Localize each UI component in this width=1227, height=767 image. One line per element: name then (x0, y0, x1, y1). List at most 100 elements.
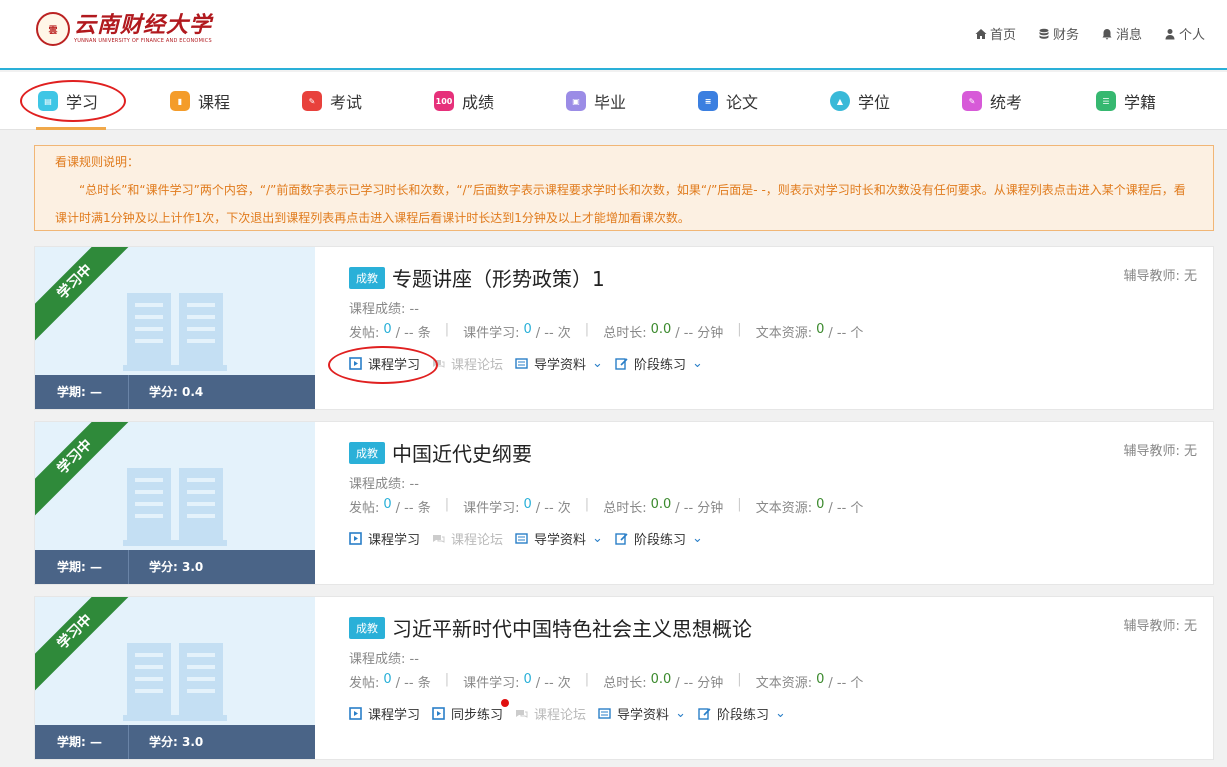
home-icon (975, 28, 987, 39)
tab-degree[interactable]: ▲ 学位 (830, 72, 890, 130)
notification-dot (501, 699, 510, 707)
course-card: 学习中 学期: — 学分: 3.0 成教 习近平新时代中国特色社会主义思想概论 … (34, 596, 1214, 760)
nav-home[interactable]: 首页 (975, 24, 1016, 43)
notice-title: 看课规则说明： (55, 155, 140, 169)
course-credit: 学分: 3.0 (149, 560, 204, 574)
bell-icon (1102, 28, 1112, 39)
chevron-down-icon: ⌄ (774, 706, 786, 721)
course-title[interactable]: 中国近代史纲要 (392, 438, 532, 467)
tab-enrollment[interactable]: ☰ 学籍 (1096, 72, 1156, 130)
study-guide-dropdown[interactable]: 导学资料 ⌄ (515, 529, 603, 548)
course-study-button[interactable]: 课程学习 (349, 354, 420, 373)
course-forum-button[interactable]: 课程论坛 (432, 529, 503, 548)
tab-grades[interactable]: 100 成绩 (434, 72, 494, 130)
main-tabs: ▤ 学习 ▮ 课程 ✎ 考试 100 成绩 ▣ 毕业 ≡ 论文 ▲ 学位 ✎ 统… (0, 72, 1227, 130)
comments-icon (433, 360, 445, 368)
course-thumbnail[interactable]: 学习中 学期: — 学分: 3.0 (35, 597, 315, 759)
chevron-down-icon: ⌄ (592, 531, 603, 546)
course-credit: 学分: 0.4 (149, 385, 204, 399)
university-logo[interactable]: 雲 云南财经大学 YUNNAN UNIVERSITY OF FINANCE AN… (36, 12, 212, 46)
score-100-icon: 100 (434, 91, 454, 111)
tab-courses[interactable]: ▮ 课程 (170, 72, 230, 130)
course-thumbnail[interactable]: 学习中 学期: — 学分: 3.0 (35, 422, 315, 584)
course-actions: 课程学习 课程论坛 导学资料 ⌄ 阶段练习 ⌄ (349, 529, 703, 548)
status-ribbon: 学习中 (35, 597, 134, 691)
course-actions: 课程学习 同步练习 课程论坛 导学资料 ⌄ 阶段练习 ⌄ (349, 699, 786, 723)
graduation-cap-icon: ▲ (830, 91, 850, 111)
edit-icon (615, 358, 628, 370)
open-book-icon (123, 293, 227, 371)
stage-exercise-dropdown[interactable]: 阶段练习 ⌄ (615, 529, 703, 548)
comments-icon (516, 710, 528, 718)
list-icon (515, 533, 528, 544)
chevron-down-icon: ⌄ (691, 531, 703, 546)
play-square-icon (349, 357, 362, 370)
course-forum-button[interactable]: 课程论坛 (515, 704, 586, 723)
logo-chinese-name: 云南财经大学 (74, 12, 213, 38)
course-card: 学习中 学期: — 学分: 0.4 成教 专题讲座（形势政策）1 辅导教师: 无… (34, 246, 1214, 410)
course-term: 学期: — (35, 550, 129, 584)
tab-study[interactable]: ▤ 学习 (35, 72, 107, 130)
notice-body: “总时长”和“课件学习”两个内容，“/”前面数字表示已学习时长和次数，“/”后面… (55, 183, 1186, 225)
play-square-icon (349, 532, 362, 545)
status-ribbon: 学习中 (35, 247, 134, 341)
study-guide-dropdown[interactable]: 导学资料 ⌄ (598, 704, 686, 723)
stage-exercise-dropdown[interactable]: 阶段练习 ⌄ (698, 704, 786, 723)
course-tutor: 辅导教师: 无 (1123, 444, 1197, 459)
tab-exams[interactable]: ✎ 考试 (302, 72, 362, 130)
stage-exercise-dropdown[interactable]: 阶段练习 ⌄ (615, 354, 703, 373)
exam-icon: ✎ (962, 91, 982, 111)
course-stats: 发帖: 0/ -- 条 | 课件学习: 0/ -- 次 | 总时长: 0.0/ -- … (349, 672, 864, 691)
tab-thesis[interactable]: ≡ 论文 (698, 72, 758, 130)
course-type-badge: 成教 (349, 266, 385, 289)
server-icon: ☰ (1096, 91, 1116, 111)
tab-graduation[interactable]: ▣ 毕业 (566, 72, 626, 130)
chevron-down-icon: ⌄ (675, 706, 686, 721)
course-term: 学期: — (35, 725, 129, 759)
chevron-down-icon: ⌄ (592, 356, 603, 371)
play-square-icon (432, 707, 445, 720)
university-seal-icon: 雲 (36, 12, 70, 46)
nav-personal[interactable]: 个人 (1164, 24, 1205, 43)
bookmark-icon: ▮ (170, 91, 190, 111)
course-meta-bar: 学期: — 学分: 3.0 (35, 550, 315, 584)
course-forum-button[interactable]: 课程论坛 (432, 354, 503, 373)
course-meta-bar: 学期: — 学分: 0.4 (35, 375, 315, 409)
logo-english-name: YUNNAN UNIVERSITY OF FINANCE AND ECONOMI… (74, 38, 212, 44)
chevron-down-icon: ⌄ (691, 356, 703, 371)
viewing-rules-notice: 看课规则说明： “总时长”和“课件学习”两个内容，“/”前面数字表示已学习时长和… (34, 145, 1214, 231)
certificate-icon: ▣ (566, 91, 586, 111)
list-icon (598, 708, 611, 719)
database-icon (1039, 28, 1049, 39)
open-book-icon (123, 643, 227, 721)
user-icon (1165, 28, 1175, 39)
open-book-icon (123, 468, 227, 546)
course-meta-bar: 学期: — 学分: 3.0 (35, 725, 315, 759)
course-type-badge: 成教 (349, 616, 385, 639)
edit-icon (615, 533, 628, 545)
book-open-icon: ▤ (38, 91, 58, 111)
sync-exercise-button[interactable]: 同步练习 (432, 699, 510, 723)
course-stats: 发帖: 0/ -- 条 | 课件学习: 0/ -- 次 | 总时长: 0.0/ -- … (349, 497, 864, 516)
edit-icon (698, 708, 711, 720)
course-score: 课程成绩: -- (349, 302, 419, 317)
comments-icon (433, 535, 445, 543)
course-thumbnail[interactable]: 学习中 学期: — 学分: 0.4 (35, 247, 315, 409)
course-score: 课程成绩: -- (349, 477, 419, 492)
header: 雲 云南财经大学 YUNNAN UNIVERSITY OF FINANCE AN… (0, 0, 1227, 70)
course-tutor: 辅导教师: 无 (1123, 619, 1197, 634)
course-study-button[interactable]: 课程学习 (349, 529, 420, 548)
nav-finance[interactable]: 财务 (1038, 24, 1079, 43)
course-type-badge: 成教 (349, 441, 385, 464)
status-ribbon: 学习中 (35, 422, 134, 516)
study-guide-dropdown[interactable]: 导学资料 ⌄ (515, 354, 603, 373)
nav-messages[interactable]: 消息 (1101, 24, 1142, 43)
play-square-icon (349, 707, 362, 720)
course-term: 学期: — (35, 375, 129, 409)
tab-unified-exam[interactable]: ✎ 统考 (962, 72, 1022, 130)
top-navigation: 首页 财务 消息 个人 (975, 24, 1205, 43)
course-score: 课程成绩: -- (349, 652, 419, 667)
course-title[interactable]: 专题讲座（形势政策）1 (392, 263, 605, 292)
course-study-button[interactable]: 课程学习 (349, 704, 420, 723)
course-title[interactable]: 习近平新时代中国特色社会主义思想概论 (392, 613, 752, 642)
